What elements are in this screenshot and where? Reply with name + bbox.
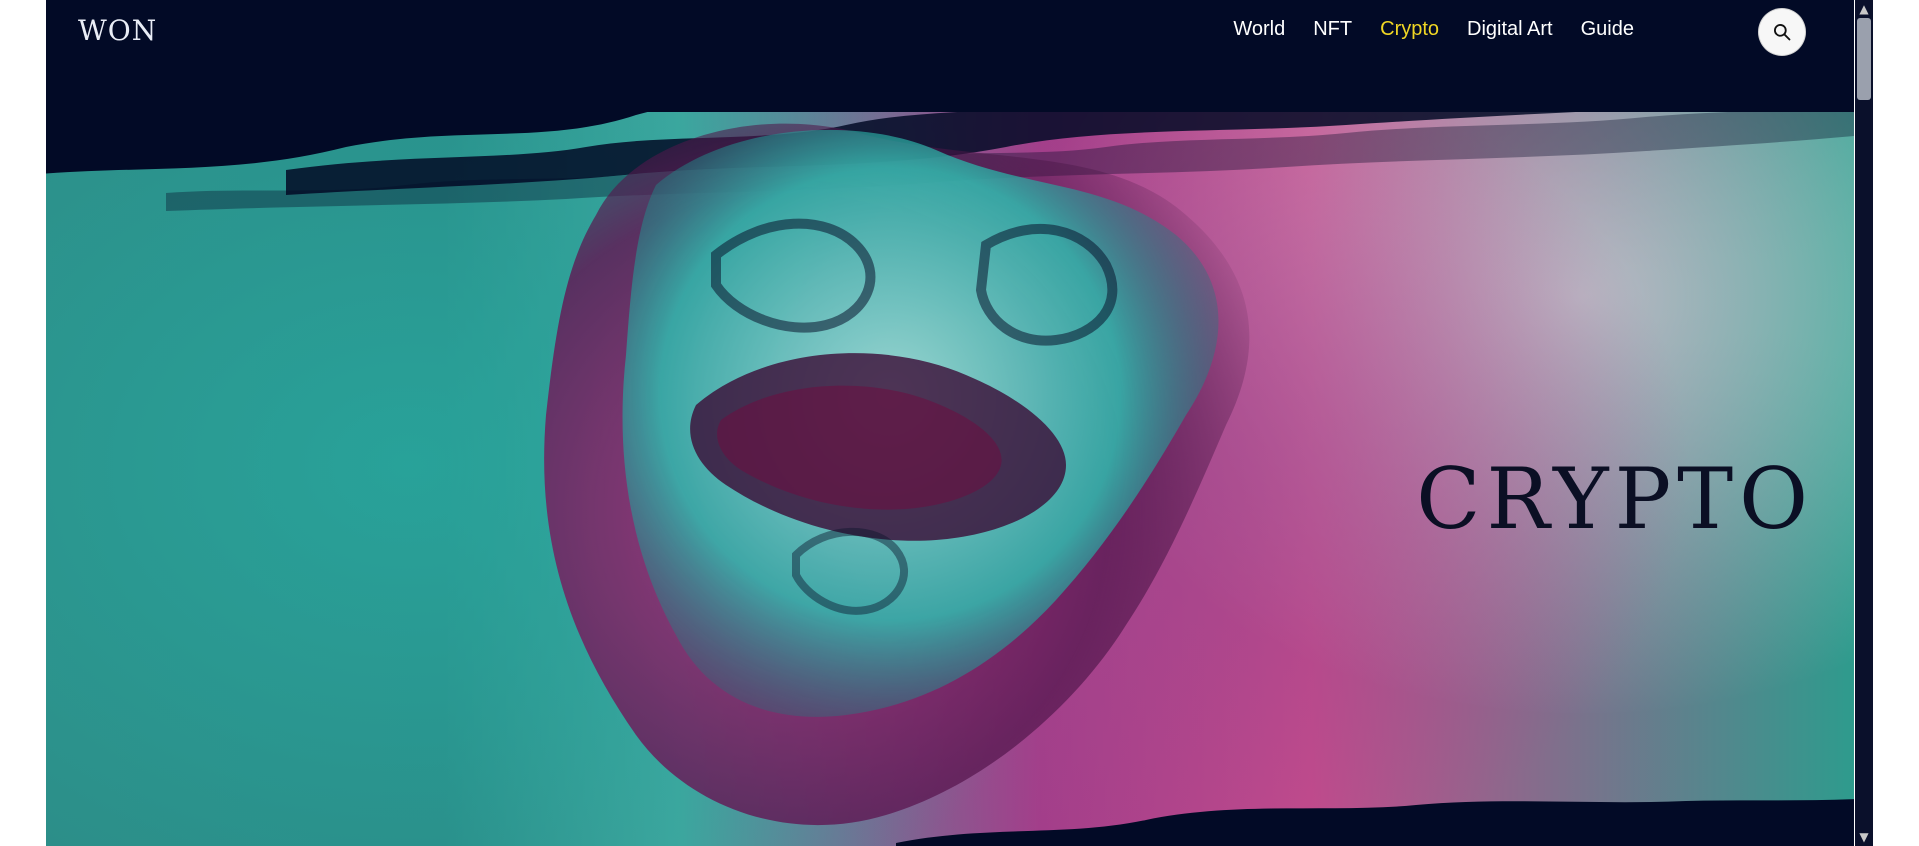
hero-title: CRYPTO (1416, 450, 1814, 548)
viewport: CRYPTO WON World NFT Crypto Digital Art … (46, 0, 1871, 846)
nav-link-world[interactable]: World (1233, 18, 1285, 41)
search-icon (1774, 24, 1791, 41)
brush-stroke-bottom (896, 799, 1854, 846)
site-logo[interactable]: WON (78, 14, 157, 47)
primary-nav: World NFT Crypto Digital Art Guide (1233, 18, 1634, 41)
top-navbar: WON World NFT Crypto Digital Art Guide (46, 0, 1854, 112)
nav-link-crypto[interactable]: Crypto (1380, 18, 1439, 41)
scroll-up-arrow[interactable]: ▲ (1855, 0, 1873, 18)
nav-link-nft[interactable]: NFT (1313, 18, 1352, 41)
scroll-down-arrow[interactable]: ▼ (1855, 828, 1873, 846)
search-button[interactable] (1758, 8, 1806, 56)
scroll-thumb[interactable] (1857, 18, 1871, 100)
vertical-scrollbar[interactable]: ▲ ▼ (1855, 0, 1873, 846)
nav-link-guide[interactable]: Guide (1581, 18, 1634, 41)
hero-artwork (544, 123, 1250, 826)
nav-link-digital-art[interactable]: Digital Art (1467, 18, 1553, 41)
hero-section: CRYPTO (46, 0, 1854, 846)
